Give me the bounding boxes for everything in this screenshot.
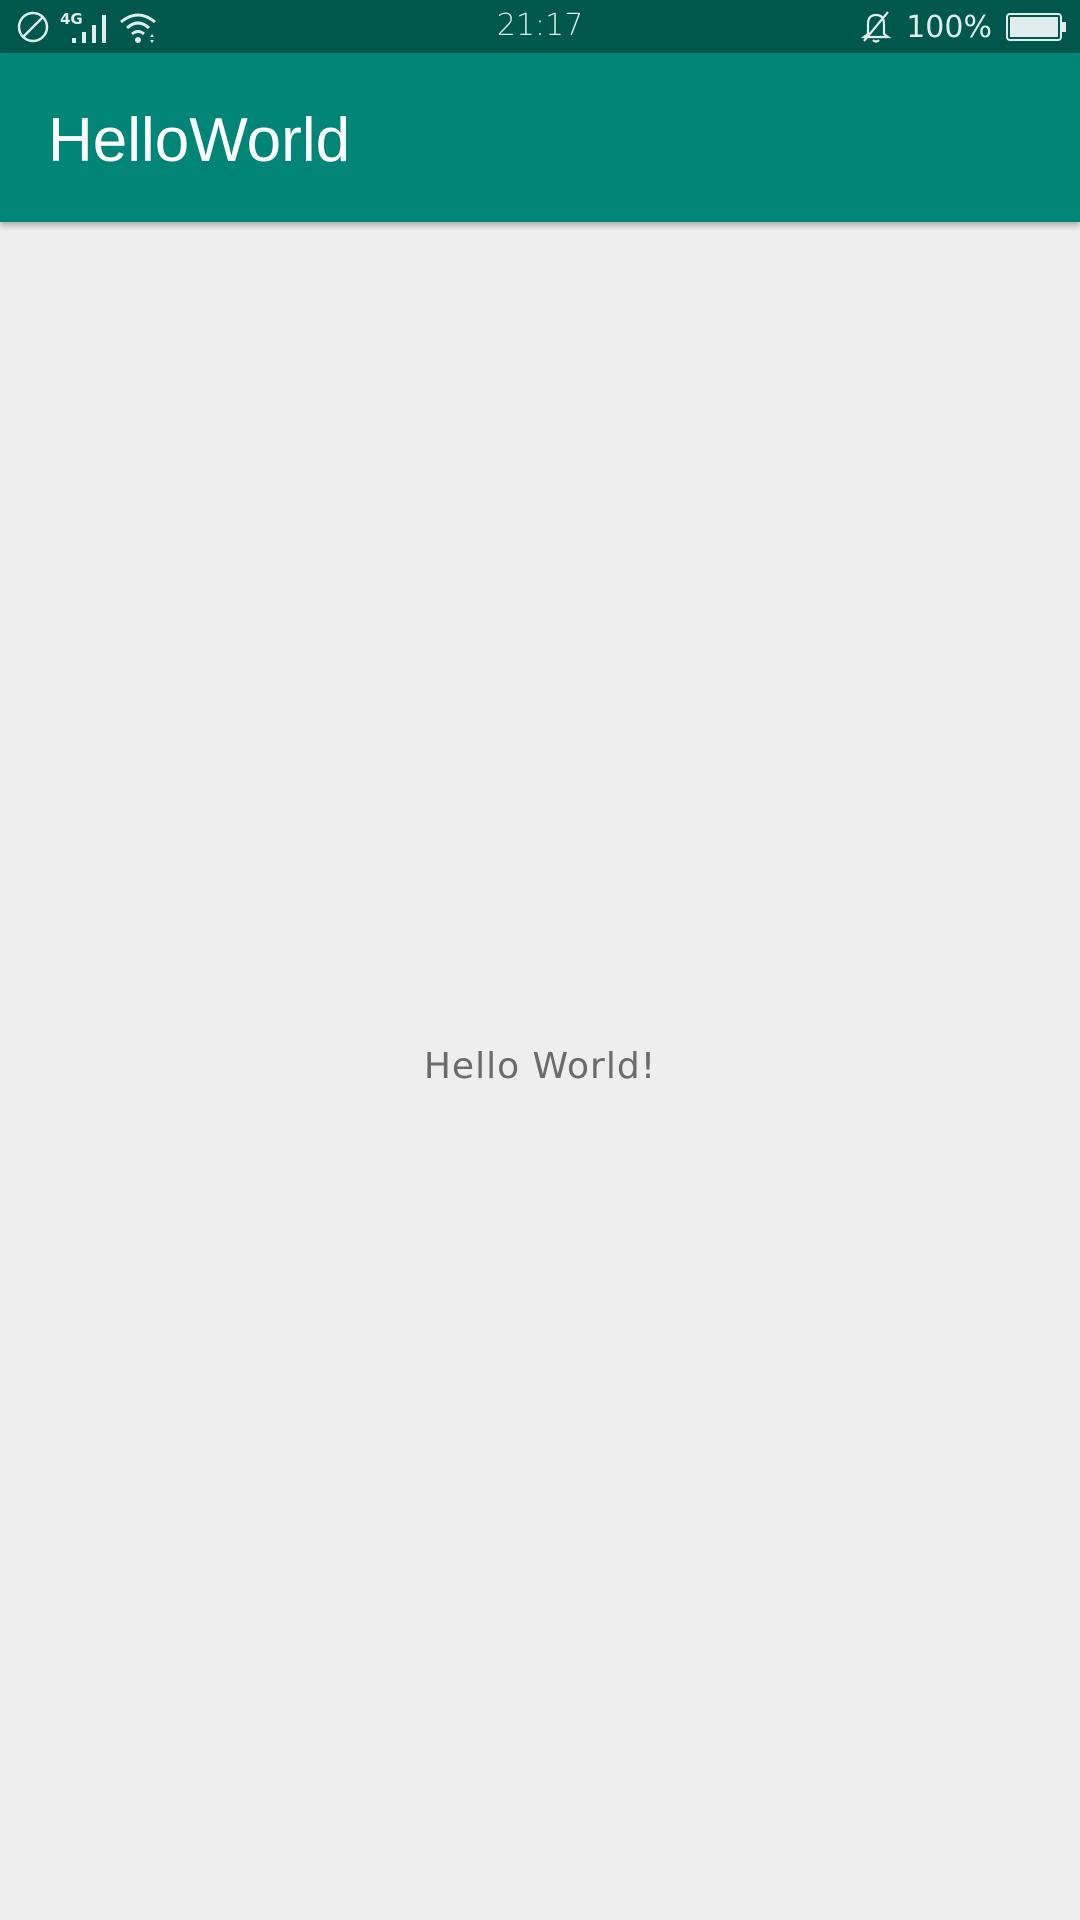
app-bar: HelloWorld <box>0 53 1080 222</box>
app-title: HelloWorld <box>48 106 351 175</box>
status-right-icons: 100% <box>860 8 1068 46</box>
notifications-off-icon <box>860 10 892 44</box>
battery-icon <box>1006 12 1068 42</box>
status-bar: 4G 21:17 100% <box>0 0 1080 53</box>
hello-text: Hello World! <box>423 1046 657 1087</box>
main-content: Hello World! <box>0 222 1080 1920</box>
battery-percent: 100% <box>906 9 992 45</box>
